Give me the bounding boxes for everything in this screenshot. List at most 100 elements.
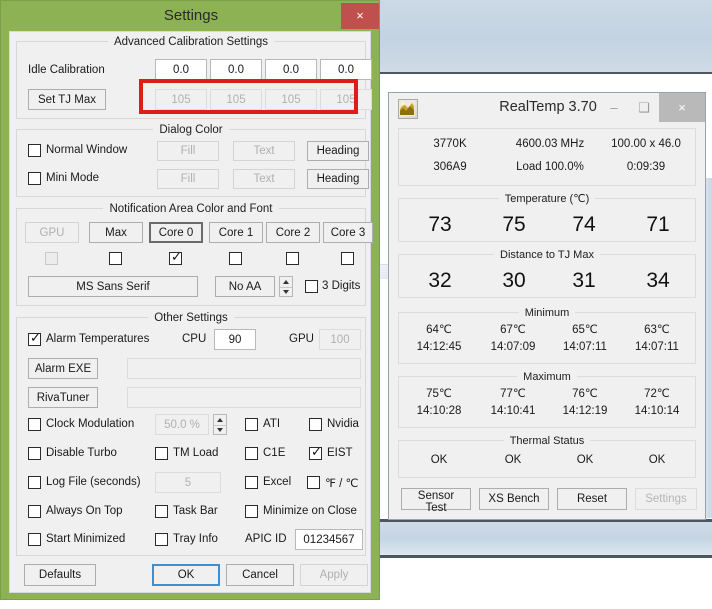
xs-bench-button[interactable]: XS Bench — [479, 488, 549, 510]
log-file-input — [155, 472, 221, 493]
temperature-core-2: 74 — [572, 213, 596, 236]
realtemp-close-button[interactable]: × — [659, 93, 705, 122]
background-window-lower-titlebar — [380, 522, 712, 558]
set-tj-max-button[interactable]: Set TJ Max — [28, 89, 106, 110]
disable-turbo-label: Disable Turbo — [46, 447, 117, 459]
notification-source-core-0-checkbox[interactable]: ✓ — [169, 250, 182, 265]
spinner-down-icon[interactable] — [214, 426, 226, 436]
alarm-cpu-input[interactable] — [214, 329, 256, 350]
start-minimized-checkbox[interactable] — [28, 533, 41, 546]
notification-source-core-1-button[interactable]: Core 1 — [209, 222, 263, 243]
normal-window-heading-button[interactable]: Heading — [307, 141, 369, 161]
notification-source-core-3-checkbox[interactable] — [341, 252, 354, 265]
notification-source-core-3-button[interactable]: Core 3 — [323, 222, 373, 243]
alarm-exe-input[interactable] — [127, 358, 361, 379]
ati-checkbox[interactable] — [245, 418, 258, 431]
log-file-checkbox[interactable] — [28, 476, 41, 489]
maximum-time-3: 14:10:14 — [634, 405, 680, 417]
nvidia-label: Nvidia — [327, 418, 359, 430]
maximum-value-1: 77℃ — [500, 388, 526, 400]
maximum-time-0: 14:10:28 — [416, 405, 462, 417]
spinner-up-icon[interactable] — [280, 277, 292, 287]
clock-modulation-checkbox[interactable] — [28, 418, 41, 431]
three-digits-checkbox[interactable] — [305, 280, 318, 293]
minimum-value-0: 64℃ — [426, 324, 452, 336]
notification-source-core-0-button[interactable]: Core 0 — [149, 222, 203, 243]
clock-modulation-spinner[interactable] — [213, 414, 227, 435]
c1e-checkbox[interactable] — [245, 447, 258, 460]
eist-checkbox[interactable]: ✓ — [309, 445, 322, 460]
temperature-core-3: 71 — [646, 213, 670, 236]
spinner-up-icon[interactable] — [214, 415, 226, 425]
rivatuner-button[interactable]: RivaTuner — [28, 387, 98, 408]
apic-id-input[interactable] — [295, 529, 363, 550]
notification-source-core-2-checkbox[interactable] — [286, 252, 299, 265]
alarm-exe-button[interactable]: Alarm EXE — [28, 358, 98, 379]
mini-mode-fill-button: Fill — [157, 169, 219, 189]
background-window-titlebar — [380, 0, 712, 74]
tj-max-input-3 — [320, 89, 372, 110]
maximum-value-3: 72℃ — [644, 388, 670, 400]
spinner-down-icon[interactable] — [280, 288, 292, 298]
start-minimized-label: Start Minimized — [46, 533, 126, 545]
cancel-button[interactable]: Cancel — [226, 564, 294, 586]
rivatuner-input[interactable] — [127, 387, 361, 408]
excel-label: Excel — [263, 476, 292, 488]
notification-source-max-button[interactable]: Max — [89, 222, 143, 243]
notification-source-core-1-checkbox[interactable] — [229, 252, 242, 265]
idle-calibration-input-0[interactable] — [155, 59, 207, 80]
notification-aa-spinner[interactable] — [279, 276, 293, 297]
notification-font-button[interactable]: MS Sans Serif — [28, 276, 198, 297]
mini-mode-heading-button[interactable]: Heading — [307, 169, 369, 189]
normal-window-text-button: Text — [233, 141, 295, 161]
tray-info-label: Tray Info — [173, 533, 218, 545]
dialog-color-title: Dialog Color — [17, 122, 365, 136]
always-on-top-checkbox[interactable] — [28, 505, 41, 518]
tm-load-label: TM Load — [173, 447, 219, 459]
idle-calibration-input-1[interactable] — [210, 59, 262, 80]
disable-turbo-checkbox[interactable] — [28, 447, 41, 460]
settings-close-button[interactable]: × — [341, 3, 379, 29]
minimum-time-0: 14:12:45 — [416, 341, 462, 353]
alarm-gpu-input — [319, 329, 361, 350]
background-window-lower-client — [380, 558, 712, 609]
notification-source-core-2-button[interactable]: Core 2 — [266, 222, 320, 243]
excel-checkbox[interactable] — [245, 476, 258, 489]
settings-body: Advanced Calibration Settings Idle Calib… — [9, 31, 373, 593]
distance-tjmax-panel-title: Distance to TJ Max — [399, 247, 695, 261]
minimum-panel: Minimum 64℃ 67℃ 65℃ 63℃ 14:12:45 14:07:0… — [398, 307, 696, 364]
minimum-time-3: 14:07:11 — [635, 341, 679, 353]
apply-button: Apply — [300, 564, 368, 586]
alarm-temperatures-checkbox[interactable]: ✓ — [28, 331, 41, 346]
normal-window-checkbox[interactable] — [28, 144, 41, 157]
advanced-calibration-title: Advanced Calibration Settings — [17, 34, 365, 48]
realtemp-maximize-button[interactable]: ❑ — [629, 93, 659, 122]
notification-source-gpu-button: GPU — [25, 222, 79, 243]
distance-tjmax-core-3: 34 — [646, 269, 670, 292]
always-on-top-label: Always On Top — [46, 505, 123, 517]
other-settings-group: Other Settings ✓ Alarm Temperatures CPU … — [16, 312, 366, 556]
nvidia-checkbox[interactable] — [309, 418, 322, 431]
defaults-button[interactable]: Defaults — [24, 564, 96, 586]
temperature-core-0: 73 — [428, 213, 452, 236]
idle-calibration-input-2[interactable] — [265, 59, 317, 80]
tray-info-checkbox[interactable] — [155, 533, 168, 546]
ok-button[interactable]: OK — [152, 564, 220, 586]
units-checkbox[interactable] — [307, 476, 320, 489]
idle-calibration-input-3[interactable] — [320, 59, 372, 80]
mini-mode-checkbox[interactable] — [28, 172, 41, 185]
sensor-test-button[interactable]: Sensor Test — [401, 488, 471, 514]
settings-button: Settings — [635, 488, 697, 510]
mini-mode-text-button: Text — [233, 169, 295, 189]
notification-source-max-checkbox[interactable] — [109, 252, 122, 265]
thermal-status-2: OK — [576, 454, 594, 466]
task-bar-checkbox[interactable] — [155, 505, 168, 518]
realtemp-minimize-button[interactable]: – — [599, 93, 629, 122]
cpu-model: 3770K — [433, 138, 467, 150]
notification-aa-button[interactable]: No AA — [215, 276, 275, 297]
tm-load-checkbox[interactable] — [155, 447, 168, 460]
minimize-on-close-checkbox[interactable] — [245, 505, 258, 518]
temperature-panel-title: Temperature (℃) — [399, 191, 695, 205]
cpu-id: 306A9 — [433, 161, 467, 173]
reset-button[interactable]: Reset — [557, 488, 627, 510]
